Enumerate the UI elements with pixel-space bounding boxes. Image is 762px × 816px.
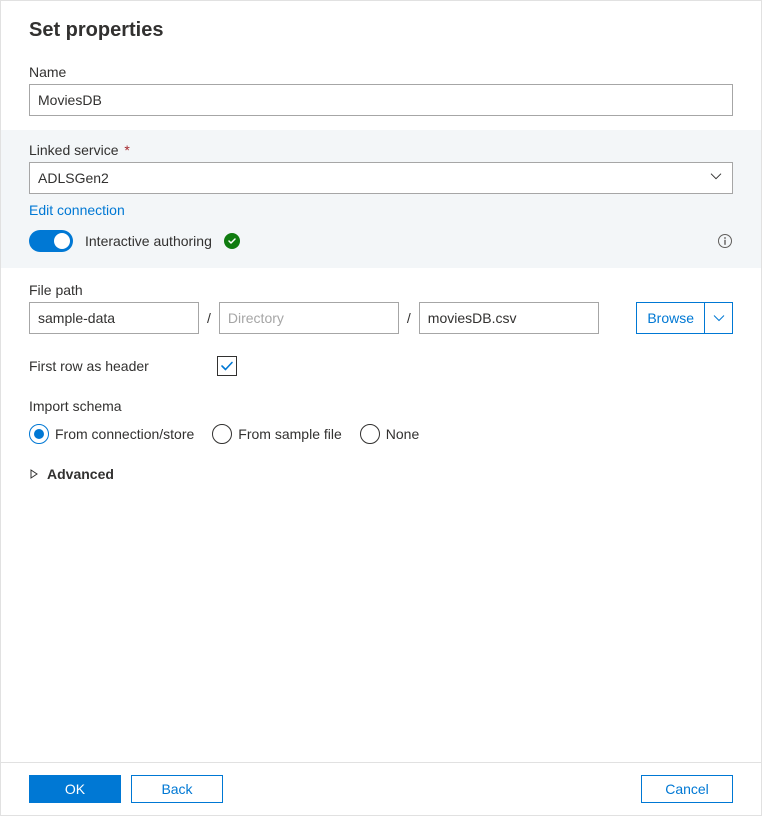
linked-service-label-text: Linked service <box>29 142 119 158</box>
radio-from-sample[interactable]: From sample file <box>212 424 341 444</box>
linked-service-value: ADLSGen2 <box>38 170 109 186</box>
browse-group: Browse <box>636 302 733 334</box>
radio-label-from-connection: From connection/store <box>55 426 194 442</box>
first-row-header-row: First row as header <box>29 356 733 376</box>
radio-label-from-sample: From sample file <box>238 426 341 442</box>
required-indicator: * <box>124 142 129 158</box>
path-separator-1: / <box>207 310 211 326</box>
caret-right-icon <box>29 469 39 479</box>
set-properties-panel: Set properties Name Linked service * ADL… <box>0 0 762 816</box>
radio-icon <box>29 424 49 444</box>
status-success-icon <box>224 233 240 249</box>
ok-button[interactable]: OK <box>29 775 121 803</box>
name-input[interactable] <box>29 84 733 116</box>
file-input[interactable] <box>419 302 599 334</box>
path-separator-2: / <box>407 310 411 326</box>
linked-service-section: Linked service * ADLSGen2 Edit connectio… <box>1 130 761 268</box>
file-path-row: / / Browse <box>29 302 733 334</box>
browse-dropdown-button[interactable] <box>705 302 733 334</box>
edit-connection-link[interactable]: Edit connection <box>29 202 125 218</box>
interactive-authoring-toggle[interactable] <box>29 230 73 252</box>
radio-label-none: None <box>386 426 419 442</box>
radio-icon <box>212 424 232 444</box>
linked-service-label: Linked service * <box>29 142 733 158</box>
first-row-header-checkbox[interactable] <box>217 356 237 376</box>
footer: OK Back Cancel <box>1 762 761 815</box>
radio-from-connection[interactable]: From connection/store <box>29 424 194 444</box>
page-title: Set properties <box>29 19 733 42</box>
import-schema-options: From connection/store From sample file N… <box>29 424 733 444</box>
interactive-authoring-label: Interactive authoring <box>85 233 212 249</box>
import-schema-label: Import schema <box>29 398 733 414</box>
interactive-authoring-row: Interactive authoring <box>29 230 733 252</box>
toggle-knob <box>54 233 70 249</box>
radio-icon <box>360 424 380 444</box>
chevron-down-icon <box>710 169 722 185</box>
advanced-label: Advanced <box>47 466 114 482</box>
back-button[interactable]: Back <box>131 775 223 803</box>
name-label: Name <box>29 64 733 80</box>
cancel-button[interactable]: Cancel <box>641 775 733 803</box>
info-icon[interactable] <box>717 233 733 249</box>
container-input[interactable] <box>29 302 199 334</box>
directory-input[interactable] <box>219 302 399 334</box>
browse-button[interactable]: Browse <box>636 302 705 334</box>
advanced-toggle[interactable]: Advanced <box>29 466 733 482</box>
linked-service-select[interactable]: ADLSGen2 <box>29 162 733 194</box>
file-path-label: File path <box>29 282 733 298</box>
panel-content: Set properties Name Linked service * ADL… <box>1 1 761 762</box>
radio-none[interactable]: None <box>360 424 419 444</box>
first-row-header-label: First row as header <box>29 358 149 374</box>
